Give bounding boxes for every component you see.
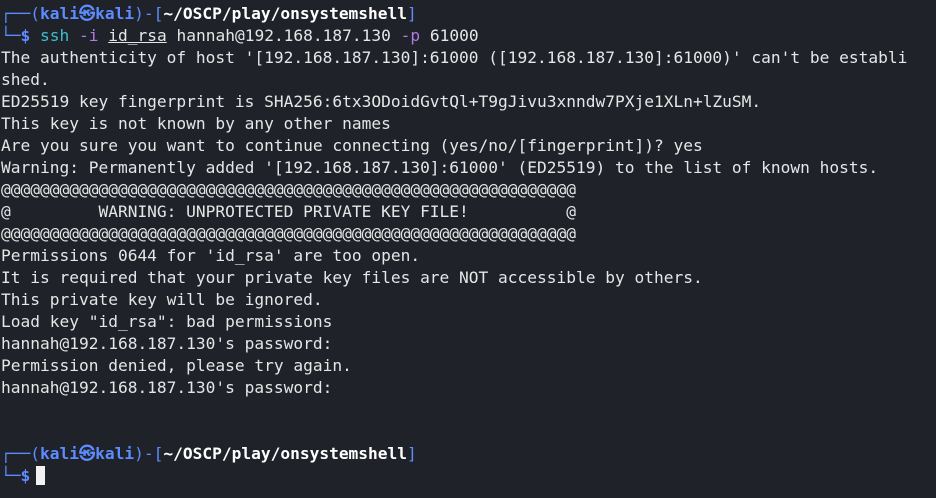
prompt-corner: ┌──(: [1, 4, 40, 23]
command-ssh: ssh: [40, 26, 70, 45]
command-line-2[interactable]: └─$: [1, 465, 936, 487]
kali-at-icon: ㉿: [78, 4, 96, 23]
flag-i: -i: [79, 26, 99, 45]
port-arg: 61000: [429, 26, 479, 45]
prompt-arrow: └─: [1, 26, 21, 45]
output-line: Load key "id_rsa": bad permissions: [1, 312, 333, 331]
keyfile-arg: id_rsa: [108, 26, 167, 45]
flag-p: -p: [400, 26, 421, 45]
terminal-window[interactable]: ┌──(kali㉿kali)-[~/OSCP/play/onsystemshel…: [0, 0, 936, 498]
prompt-host: kali: [95, 444, 135, 463]
prompt-path: ~/OSCP/play/onsystemshell: [163, 4, 408, 23]
password-prompt: hannah@192.168.187.130's password:: [1, 378, 343, 397]
warning-banner-line: @@@@@@@@@@@@@@@@@@@@@@@@@@@@@@@@@@@@@@@@…: [1, 224, 576, 243]
prompt-sep: )-[: [134, 444, 164, 463]
prompt-user: kali: [39, 444, 79, 463]
output-line: shed.: [1, 70, 50, 89]
output-line: ED25519 key fingerprint is SHA256:6tx3OD…: [1, 92, 762, 111]
warning-banner-line: @@@@@@@@@@@@@@@@@@@@@@@@@@@@@@@@@@@@@@@@…: [1, 180, 576, 199]
prompt-path: ~/OSCP/play/onsystemshell: [163, 444, 408, 463]
prompt-header-1: ┌──(kali㉿kali)-[~/OSCP/play/onsystemshel…: [1, 3, 936, 25]
prompt-close: ]: [407, 444, 417, 463]
target-arg: hannah@192.168.187.130: [176, 26, 391, 45]
output-line: Permissions 0644 for 'id_rsa' are too op…: [1, 246, 421, 265]
output-line: Warning: Permanently added '[192.168.187…: [1, 158, 879, 177]
command-line-1: └─$ ssh -i id_rsa hannah@192.168.187.130…: [1, 25, 936, 47]
output-line: It is required that your private key fil…: [1, 268, 703, 287]
prompt-sep: )-[: [134, 4, 164, 23]
prompt-dollar: $: [20, 26, 31, 45]
prompt-dollar: $: [20, 466, 31, 485]
kali-at-icon: ㉿: [78, 444, 96, 463]
prompt-header-2: ┌──(kali㉿kali)-[~/OSCP/play/onsystemshel…: [1, 443, 936, 465]
output-line: This key is not known by any other names: [1, 114, 391, 133]
prompt-user: kali: [39, 4, 79, 23]
password-prompt: hannah@192.168.187.130's password:: [1, 334, 343, 353]
prompt-close: ]: [407, 4, 417, 23]
warning-banner-line: @ WARNING: UNPROTECTED PRIVATE KEY FILE!…: [1, 202, 576, 221]
prompt-arrow: └─: [1, 466, 21, 485]
output-line: This private key will be ignored.: [1, 290, 323, 309]
output-line: Are you sure you want to continue connec…: [1, 136, 703, 155]
prompt-corner: ┌──(: [1, 444, 40, 463]
output-line: The authenticity of host '[192.168.187.1…: [1, 48, 908, 67]
output-line: Permission denied, please try again.: [1, 356, 352, 375]
text-cursor[interactable]: [36, 466, 46, 485]
prompt-host: kali: [95, 4, 135, 23]
